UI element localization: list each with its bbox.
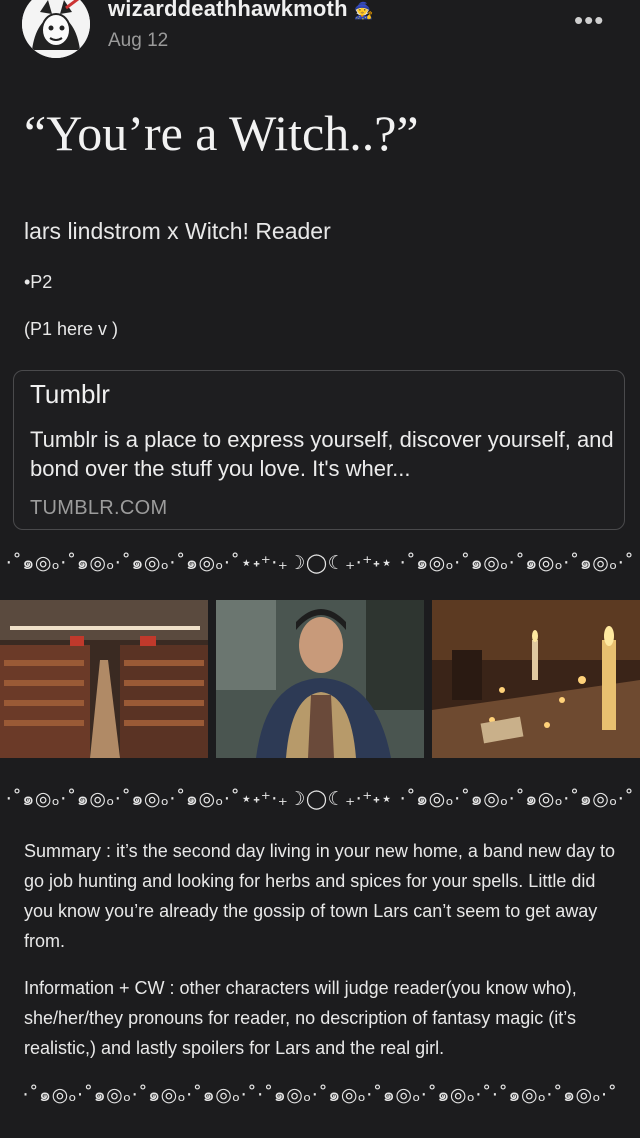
man-in-jacket-outdoors-icon xyxy=(216,600,424,758)
avatar-illustration-icon xyxy=(22,0,90,58)
link-card-title[interactable]: Tumblr xyxy=(30,379,110,410)
candles-altar-icon xyxy=(432,600,640,758)
link-card-domain: TUMBLR.COM xyxy=(30,497,168,519)
username-text[interactable]: wizarddeathhawkmoth xyxy=(108,0,348,21)
part-label: •P2 xyxy=(24,272,53,292)
username[interactable]: wizarddeathhawkmoth 🧙 xyxy=(108,0,374,22)
more-options-icon[interactable]: ••• xyxy=(574,7,608,33)
man-in-jacket-image[interactable] xyxy=(216,600,424,758)
p1-link-text: (P1 here v ) xyxy=(24,319,119,339)
candles-altar-image[interactable] xyxy=(432,600,640,758)
information-paragraph: Information + CW : other characters will… xyxy=(24,978,577,1058)
spiral-divider: ⋅˚๑◎ₒ⋅˚๑◎ₒ⋅˚๑◎ₒ⋅˚๑◎ₒ⋅˚⋅˚๑◎ₒ⋅˚๑◎ₒ⋅˚๑◎ₒ⋅˚๑… xyxy=(22,1084,618,1106)
link-preview-card[interactable]: Tumblr Tumblr is a place to express your… xyxy=(13,370,625,530)
moon-divider-bottom: ⋅˚๑◎ₒ⋅˚๑◎ₒ⋅˚๑◎ₒ⋅˚๑◎ₒ⋅˚⋆˖⁺‧₊☽◯☾₊‧⁺˖⋆ ⋅˚๑◎… xyxy=(5,788,635,810)
post-header: wizarddeathhawkmoth 🧙 Aug 12 ••• xyxy=(0,0,640,70)
grocery-aisle-image[interactable] xyxy=(0,600,208,758)
avatar[interactable] xyxy=(22,0,90,58)
summary-paragraph: Summary : it’s the second day living in … xyxy=(24,841,615,951)
moon-divider-top: ⋅˚๑◎ₒ⋅˚๑◎ₒ⋅˚๑◎ₒ⋅˚๑◎ₒ⋅˚⋆˖⁺‧₊☽◯☾₊‧⁺˖⋆ ⋅˚๑◎… xyxy=(5,552,635,574)
post-date: Aug 12 xyxy=(108,30,169,51)
post-subtitle: lars lindstrom x Witch! Reader xyxy=(24,218,331,244)
wizard-emoji-icon: 🧙 xyxy=(353,3,374,20)
grocery-store-aisle-icon xyxy=(0,600,208,758)
post-title: “You’re a Witch..?” xyxy=(24,105,419,161)
link-card-description: Tumblr is a place to express yourself, d… xyxy=(30,427,614,481)
